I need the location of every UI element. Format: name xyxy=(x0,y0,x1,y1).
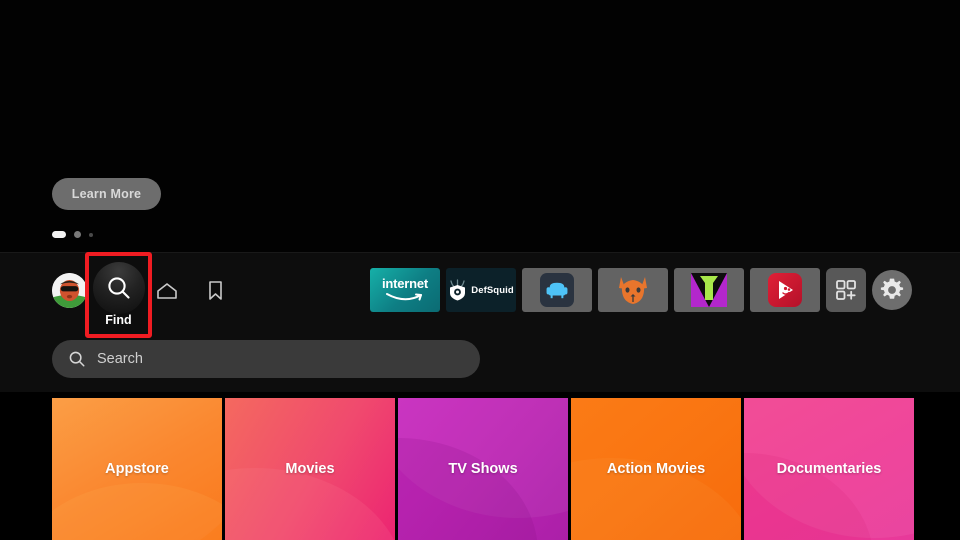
category-tile-movies[interactable]: Movies xyxy=(225,398,395,540)
category-label: Action Movies xyxy=(606,461,706,477)
carousel-dot-active[interactable] xyxy=(52,231,66,238)
app-tile-defsquid[interactable]: DefSquid xyxy=(446,268,516,312)
app-tile-tvzion[interactable] xyxy=(674,268,744,312)
category-label: Appstore xyxy=(105,461,169,477)
find-button[interactable] xyxy=(93,262,145,314)
bookmark-button[interactable] xyxy=(200,276,230,306)
search-bar[interactable]: Search xyxy=(52,340,480,378)
fire-tv-home-screen: Learn More Find internet DefSquid Search… xyxy=(0,0,960,540)
app-tile-internet[interactable]: internet xyxy=(370,268,440,312)
avatar[interactable] xyxy=(52,273,87,308)
category-tile-tv-shows[interactable]: TV Shows xyxy=(398,398,568,540)
app-tile-media-player[interactable] xyxy=(750,268,820,312)
settings-button[interactable] xyxy=(872,270,912,310)
purple-triangle-t-icon xyxy=(691,273,727,307)
search-icon xyxy=(108,277,130,299)
shield-squid-icon xyxy=(450,279,466,301)
carousel-dot[interactable] xyxy=(89,232,93,237)
category-tile-action-movies[interactable]: Action Movies xyxy=(571,398,741,540)
carousel-dot[interactable] xyxy=(74,231,81,238)
amazon-smile-icon xyxy=(385,293,422,301)
category-tile-documentaries[interactable]: Documentaries xyxy=(744,398,914,540)
search-icon xyxy=(69,351,85,367)
find-label: Find xyxy=(105,313,132,327)
category-label: TV Shows xyxy=(448,461,518,477)
home-icon xyxy=(157,283,177,299)
gear-icon xyxy=(880,278,904,299)
app-label-internet: internet xyxy=(381,276,429,291)
user-avatar-icon xyxy=(52,273,87,308)
app-tile-fox[interactable] xyxy=(598,268,668,312)
armchair-icon xyxy=(546,282,568,299)
apps-grid-plus-icon xyxy=(836,280,856,300)
bookmark-icon xyxy=(208,281,222,300)
hero-banner: Learn More xyxy=(0,0,960,252)
category-label: Movies xyxy=(285,461,335,477)
category-tile-appstore[interactable]: Appstore xyxy=(52,398,222,540)
red-play-icon xyxy=(779,281,793,299)
fox-head-icon xyxy=(619,277,647,304)
category-tile-row: Appstore Movies TV Shows Action Movies D… xyxy=(0,398,960,540)
learn-more-button[interactable]: Learn More xyxy=(52,178,161,210)
app-tile-couchy[interactable] xyxy=(522,268,592,312)
home-button[interactable] xyxy=(152,276,182,306)
search-input[interactable]: Search xyxy=(97,351,143,367)
app-label-defsquid: DefSquid xyxy=(471,284,514,296)
apps-grid-button[interactable] xyxy=(826,268,866,312)
category-label: Documentaries xyxy=(776,461,882,477)
carousel-indicators xyxy=(52,231,93,238)
